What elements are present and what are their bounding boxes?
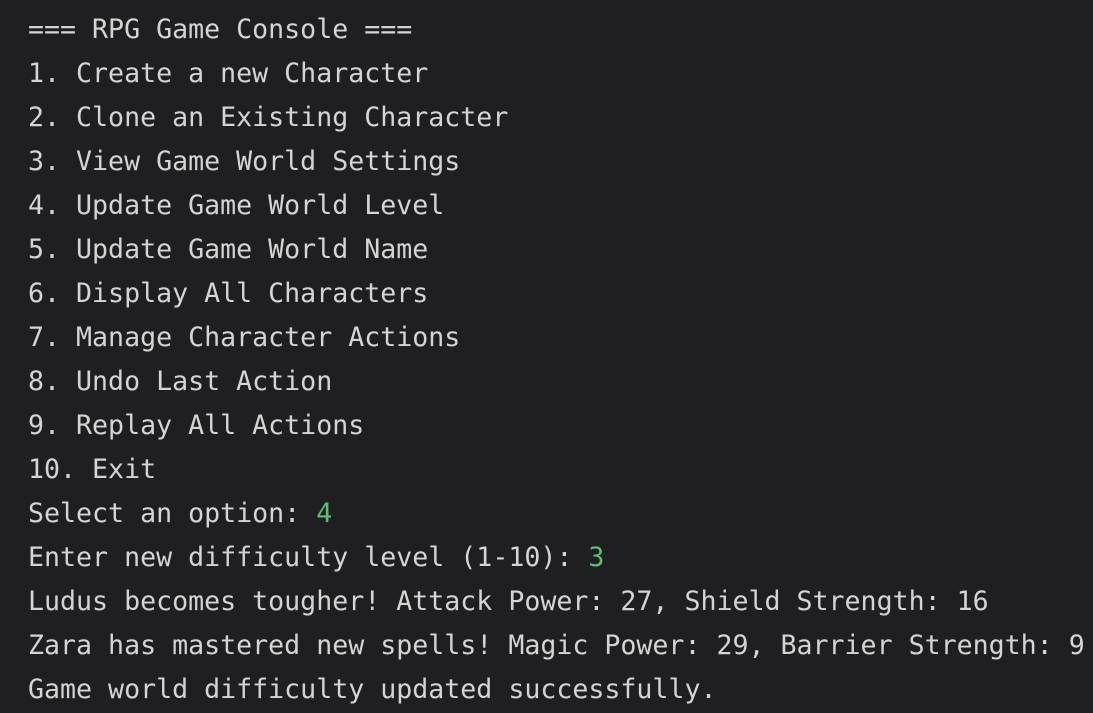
menu-item-undo-action: 8. Undo Last Action bbox=[28, 366, 333, 397]
console-header: === RPG Game Console === bbox=[28, 14, 413, 45]
menu-item-manage-actions: 7. Manage Character Actions bbox=[28, 322, 461, 353]
menu-item-create-character: 1. Create a new Character bbox=[28, 58, 429, 89]
menu-item-view-settings: 3. View Game World Settings bbox=[28, 146, 461, 177]
select-option-line: Select an option: 4 bbox=[28, 492, 1093, 536]
menu-item-replay-actions: 9. Replay All Actions bbox=[28, 410, 365, 441]
menu-item-display-characters: 6. Display All Characters bbox=[28, 278, 429, 309]
menu-item-update-name: 5. Update Game World Name bbox=[28, 234, 429, 265]
menu-item-exit: 10. Exit bbox=[28, 454, 157, 485]
console-output[interactable]: === RPG Game Console === 1. Create a new… bbox=[0, 0, 1093, 713]
output-ludus: Ludus becomes tougher! Attack Power: 27,… bbox=[28, 586, 989, 617]
difficulty-input[interactable]: 3 bbox=[588, 542, 604, 573]
menu-item-update-level: 4. Update Game World Level bbox=[28, 190, 445, 221]
menu-item-clone-character: 2. Clone an Existing Character bbox=[28, 102, 509, 133]
output-success: Game world difficulty updated successful… bbox=[28, 674, 717, 705]
select-option-input[interactable]: 4 bbox=[316, 498, 332, 529]
select-option-prompt: Select an option: bbox=[28, 498, 317, 529]
difficulty-prompt: Enter new difficulty level (1-10): bbox=[28, 542, 589, 573]
output-zara: Zara has mastered new spells! Magic Powe… bbox=[28, 630, 1085, 661]
difficulty-line: Enter new difficulty level (1-10): 3 bbox=[28, 536, 1093, 580]
